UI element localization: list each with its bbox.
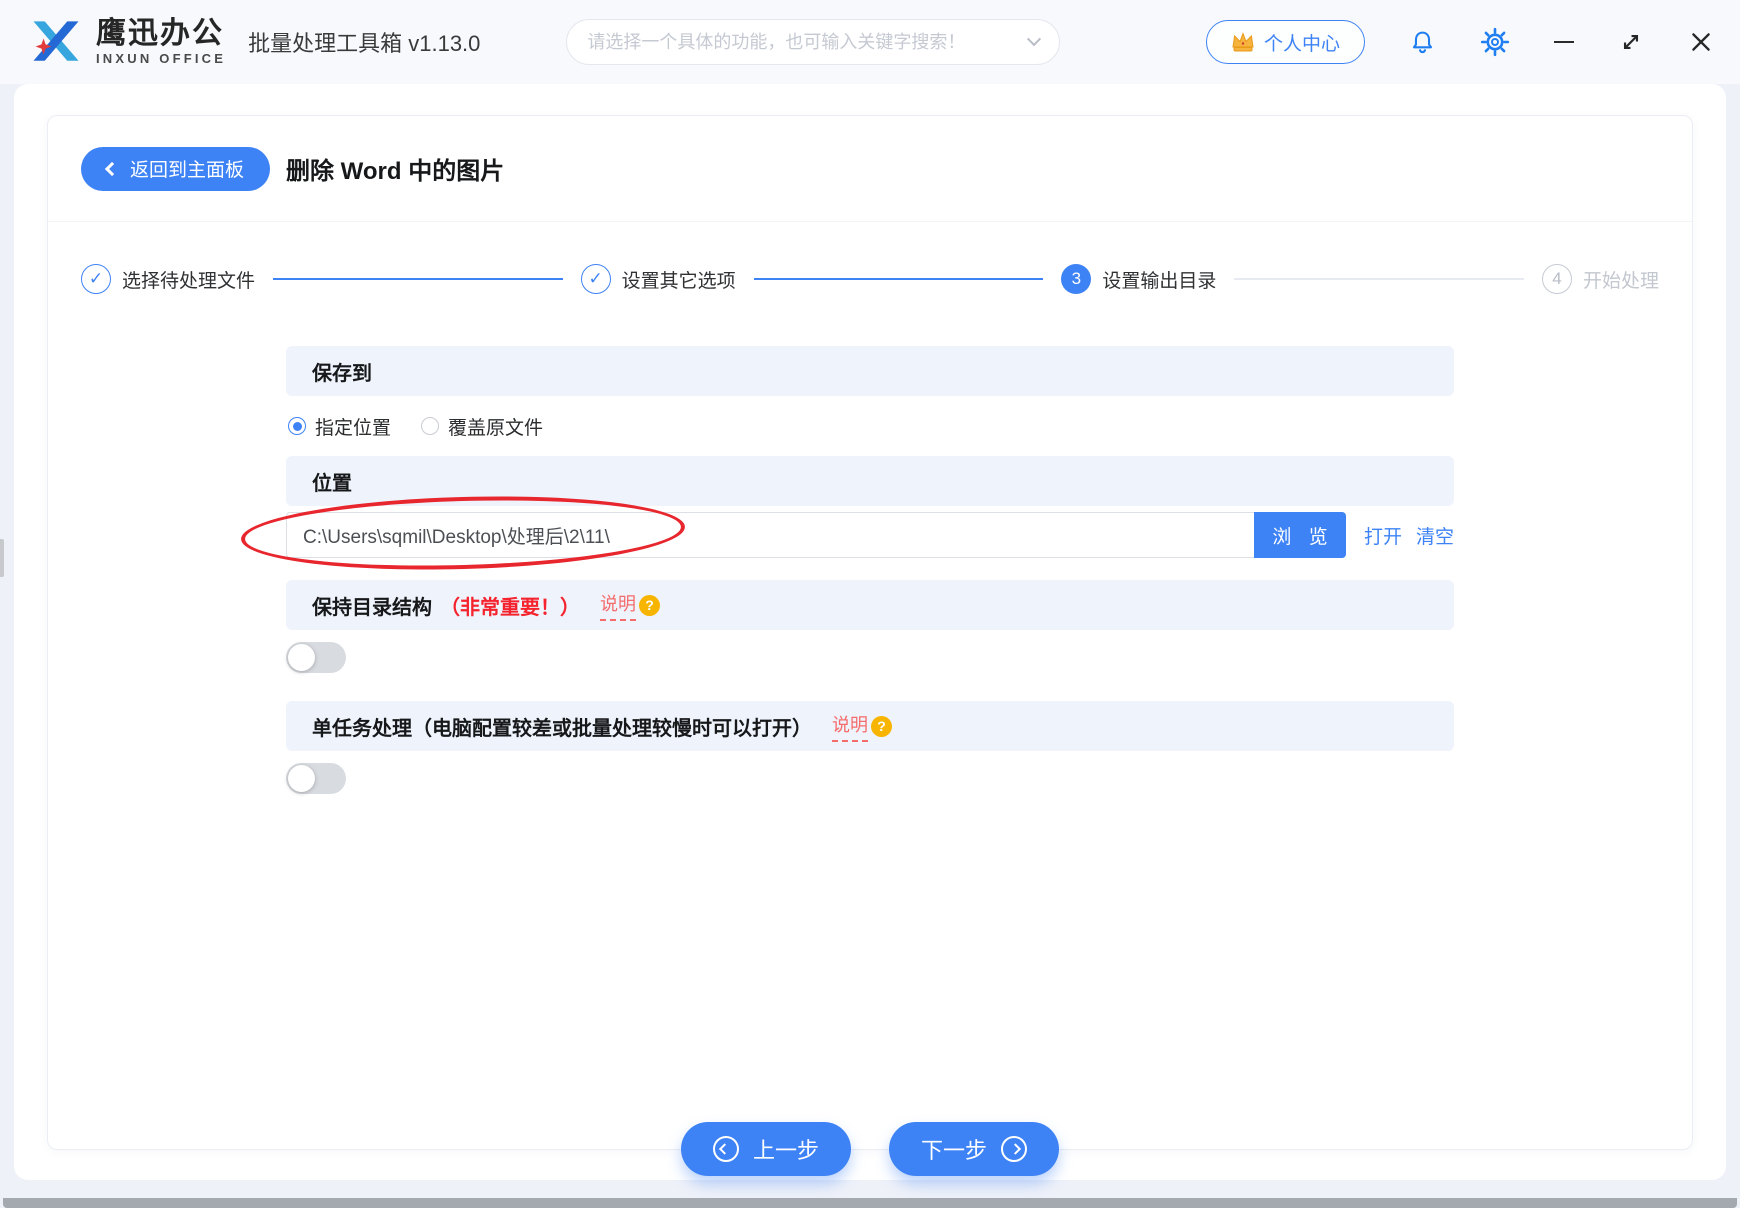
wizard-navigation: 上一步 下一步 xyxy=(48,1122,1692,1176)
step-number-badge: 3 xyxy=(1061,264,1092,294)
section-title: 保存到 xyxy=(312,362,372,385)
bell-icon xyxy=(1412,31,1433,53)
next-step-button[interactable]: 下一步 xyxy=(889,1122,1060,1176)
step-2-other-options: ✓ 设置其它选项 xyxy=(580,264,736,294)
single-task-toggle[interactable] xyxy=(286,763,346,794)
background-artifact xyxy=(0,539,4,577)
page-title: 删除 Word 中的图片 xyxy=(286,158,505,185)
user-center-button[interactable]: 个人中心 xyxy=(1205,20,1365,64)
next-step-label: 下一步 xyxy=(921,1138,988,1163)
app-window: 鹰迅办公 INXUN OFFICE 批量处理工具箱 v1.13.0 个人中心 xyxy=(0,0,1740,1208)
search-input[interactable] xyxy=(587,31,1020,53)
chevron-left-icon xyxy=(104,161,120,177)
section-title: 单任务处理（电脑配置较差或批量处理较慢时可以打开） xyxy=(312,717,812,740)
open-folder-link[interactable]: 打开 xyxy=(1364,522,1402,549)
radio-selected-icon xyxy=(288,417,306,435)
output-path-input[interactable] xyxy=(286,512,1254,558)
step-connector xyxy=(1234,278,1524,280)
back-button-label: 返回到主面板 xyxy=(130,160,245,181)
step-1-select-files: ✓ 选择待处理文件 xyxy=(81,264,255,294)
important-warning-text: （非常重要！） xyxy=(440,596,580,619)
step-label: 开始处理 xyxy=(1582,270,1659,292)
window-edge xyxy=(3,1198,1737,1208)
user-center-label: 个人中心 xyxy=(1263,33,1340,55)
crown-icon xyxy=(1232,32,1254,52)
browse-button[interactable]: 浏 览 xyxy=(1253,512,1346,558)
top-bar: 鹰迅办公 INXUN OFFICE 批量处理工具箱 v1.13.0 个人中心 xyxy=(0,0,1740,84)
main-panel: 返回到主面板 删除 Word 中的图片 ✓ 选择待处理文件 ✓ 设置其它选项 3 xyxy=(14,84,1726,1180)
single-task-help-link[interactable]: 说明 xyxy=(832,711,868,742)
window-bottom-margin xyxy=(0,1180,1740,1198)
brand-block: 鹰迅办公 INXUN OFFICE xyxy=(96,18,226,65)
close-button[interactable] xyxy=(1688,29,1714,55)
check-icon: ✓ xyxy=(81,264,111,294)
brand-name-cn: 鹰迅办公 xyxy=(96,17,224,51)
top-bar-actions: 个人中心 xyxy=(1205,20,1714,64)
app-logo-icon xyxy=(33,21,79,61)
gear-icon xyxy=(1480,27,1510,57)
toggle-knob xyxy=(288,765,315,792)
keep-structure-section-header: 保持目录结构 （非常重要！） 说明 ? xyxy=(286,580,1454,630)
minimize-icon xyxy=(1554,41,1574,43)
step-indicator: ✓ 选择待处理文件 ✓ 设置其它选项 3 设置输出目录 4 开始处理 xyxy=(48,222,1692,336)
brand-name-en: INXUN OFFICE xyxy=(96,50,227,66)
save-to-options: 指定位置 覆盖原文件 xyxy=(286,404,1454,448)
app-title: 批量处理工具箱 v1.13.0 xyxy=(248,31,481,56)
maximize-icon xyxy=(1623,34,1639,50)
chevron-down-icon[interactable] xyxy=(1027,32,1042,47)
tool-card: 返回到主面板 删除 Word 中的图片 ✓ 选择待处理文件 ✓ 设置其它选项 3 xyxy=(47,115,1693,1176)
step-3-output-directory: 3 设置输出目录 xyxy=(1061,264,1216,294)
card-header: 返回到主面板 删除 Word 中的图片 xyxy=(48,116,1692,222)
check-icon: ✓ xyxy=(580,264,611,294)
section-title: 位置 xyxy=(312,472,352,495)
close-icon xyxy=(1692,33,1710,51)
radio-unselected-icon xyxy=(421,417,440,435)
clear-path-link[interactable]: 清空 xyxy=(1416,522,1454,549)
back-to-dashboard-button[interactable]: 返回到主面板 xyxy=(81,146,271,191)
question-mark-icon[interactable]: ? xyxy=(871,715,892,737)
step-connector xyxy=(753,278,1044,280)
previous-step-label: 上一步 xyxy=(752,1138,819,1163)
location-section-header: 位置 xyxy=(286,456,1454,506)
minimize-button[interactable] xyxy=(1554,41,1574,43)
notifications-button[interactable] xyxy=(1409,29,1436,56)
question-mark-icon[interactable]: ? xyxy=(639,594,660,616)
save-to-section-header: 保存到 xyxy=(286,346,1454,396)
form-content: 保存到 指定位置 覆盖原文件 位置 C:\Users\sqmil\Desktop… xyxy=(240,346,1454,794)
previous-step-button[interactable]: 上一步 xyxy=(680,1122,851,1176)
radio-label: 指定位置 xyxy=(315,417,392,439)
keep-structure-help-link[interactable]: 说明 xyxy=(600,590,636,621)
step-4-start-processing: 4 开始处理 xyxy=(1541,264,1659,294)
function-search-box[interactable] xyxy=(566,19,1061,65)
radio-overwrite-original[interactable]: 覆盖原文件 xyxy=(421,413,543,440)
section-title: 保持目录结构 xyxy=(312,596,432,619)
step-number-badge: 4 xyxy=(1541,264,1572,294)
radio-specified-location[interactable]: 指定位置 xyxy=(288,413,391,440)
circle-chevron-right-icon xyxy=(1001,1136,1028,1162)
step-label: 设置其它选项 xyxy=(621,270,736,292)
settings-button[interactable] xyxy=(1480,27,1510,57)
circle-chevron-left-icon xyxy=(712,1136,739,1162)
keep-structure-toggle[interactable] xyxy=(286,642,346,673)
radio-label: 覆盖原文件 xyxy=(448,417,544,439)
step-connector xyxy=(273,278,563,280)
single-task-section-header: 单任务处理（电脑配置较差或批量处理较慢时可以打开） 说明 ? xyxy=(286,701,1454,751)
path-link-group: 打开 清空 xyxy=(1364,512,1454,558)
step-label: 选择待处理文件 xyxy=(122,270,256,292)
maximize-button[interactable] xyxy=(1618,29,1644,55)
toggle-knob xyxy=(288,644,315,671)
step-label: 设置输出目录 xyxy=(1102,270,1217,292)
output-path-row: 浏 览 打开 清空 xyxy=(240,490,1454,576)
